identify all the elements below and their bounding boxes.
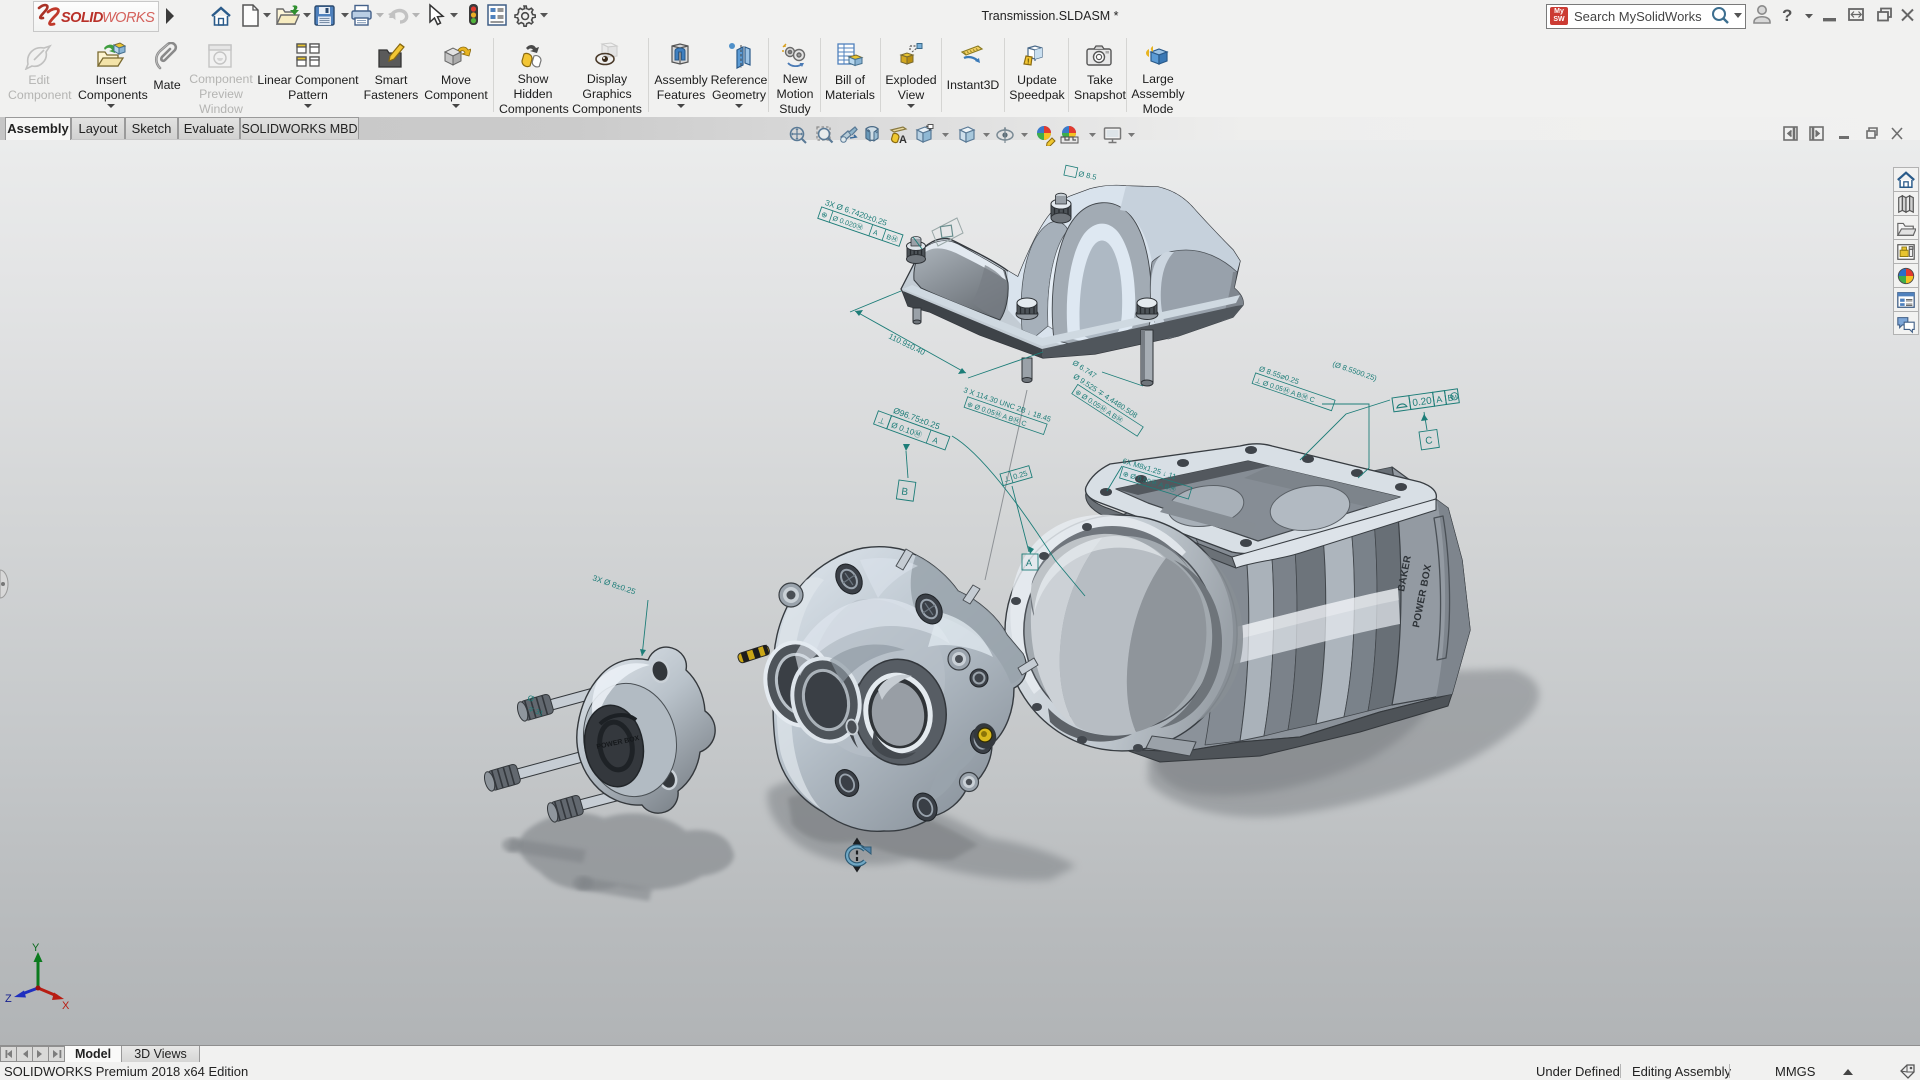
svg-text:A: A: [1435, 394, 1442, 405]
svg-text:⊕: ⊕: [820, 209, 829, 220]
svg-text:M: M: [1452, 394, 1458, 401]
svg-text:X: X: [62, 1000, 70, 1012]
svg-text:Z: Z: [5, 993, 12, 1005]
svg-text:3X Ø 8±0.25: 3X Ø 8±0.25: [591, 573, 637, 596]
svg-text:A: A: [899, 134, 907, 146]
svg-text:A: A: [931, 435, 940, 446]
svg-text:A: A: [1026, 558, 1032, 568]
svg-text:A: A: [872, 229, 879, 237]
svg-text:B: B: [901, 486, 909, 498]
svg-text:WORKS: WORKS: [102, 10, 155, 26]
svg-text:?: ?: [1782, 6, 1792, 25]
svg-text:Ø 8.5: Ø 8.5: [1078, 169, 1098, 182]
svg-text:C: C: [1425, 435, 1434, 447]
svg-text:⊥: ⊥: [877, 416, 887, 427]
svg-text:!: !: [1027, 57, 1030, 66]
svg-text:110.9±0.40: 110.9±0.40: [887, 332, 927, 358]
svg-text:(Ø 8.5500.25): (Ø 8.5500.25): [1331, 359, 1378, 383]
svg-text:SOLID: SOLID: [61, 10, 104, 26]
svg-text:Y: Y: [32, 942, 40, 954]
